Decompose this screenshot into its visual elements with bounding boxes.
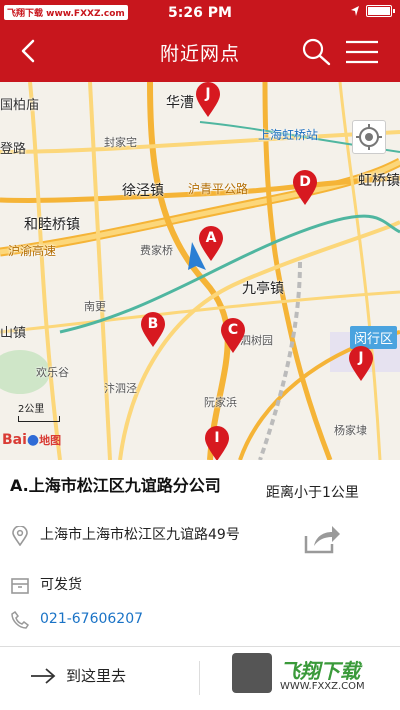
branch-pin-d[interactable]: D [292, 170, 318, 206]
crosshair-icon [356, 124, 382, 150]
map-label: 虹桥镇 [358, 173, 400, 189]
watermark-url: WWW.FXXZ.COM [280, 681, 365, 692]
branch-pin-b[interactable]: B [140, 312, 166, 348]
map-label: 华漕 [166, 95, 194, 111]
branch-pin-g[interactable]: J [195, 82, 221, 118]
branch-pin-c[interactable]: C [220, 318, 246, 354]
branch-pin-j[interactable]: J J [348, 346, 374, 382]
vertical-divider [199, 661, 200, 695]
menu-button[interactable] [344, 38, 380, 66]
branch-info-panel: A.上海市松江区九谊路分公司 距离小于1公里 上海市上海市松江区九谊路49号 可… [0, 460, 400, 710]
map-label: 沪渝高速 [8, 244, 57, 258]
page-title: 附近网点 [159, 43, 240, 65]
branch-name: A.上海市松江区九谊路分公司 [10, 476, 221, 495]
branch-phone-row[interactable]: 021-67606207 [10, 610, 143, 630]
status-time: 5:26 PM [168, 5, 232, 21]
baidu-logo: Bai●地图 [2, 432, 62, 448]
map-label: 沪青平公路 [188, 182, 249, 196]
map-label: 封家宅 [104, 136, 137, 149]
map-label: 登路 [0, 142, 27, 157]
location-pin-icon [12, 526, 28, 546]
branch-address-row: 上海市上海市松江区九谊路49号 [10, 526, 260, 546]
scale-bar [18, 416, 60, 422]
app-header: 飞翔下载 www.FXXZ.com 5:26 PM 附近网点 [0, 0, 400, 82]
phone-icon [11, 610, 30, 629]
status-right [350, 5, 395, 17]
search-button[interactable] [300, 36, 332, 66]
map-label: 国柏庙 [0, 98, 40, 113]
map-label: 杨家埭 [334, 424, 367, 437]
locate-me-button[interactable] [352, 120, 386, 154]
watermark-logo-icon [232, 653, 272, 693]
branch-cargo-row: 可发货 [10, 576, 82, 596]
map-label: 和睦桥镇 [24, 217, 80, 233]
location-arrow-icon [351, 6, 359, 16]
map-label: 欢乐谷 [36, 366, 69, 379]
map-label: 阮家浜 [204, 396, 237, 409]
map-view[interactable]: 国柏庙 华漕 封家宅 上海虹桥站 登路 徐泾镇 沪青平公路 虹桥镇 和睦桥镇 沪… [0, 82, 400, 460]
arrow-right-icon [31, 667, 56, 684]
map-label: 费家桥 [140, 244, 173, 257]
bottom-action-bar: 到这里去 飞翔下载 WWW.FXXZ.COM [0, 647, 400, 710]
map-label: 汴泗泾 [104, 382, 137, 395]
share-button[interactable] [302, 522, 342, 556]
map-label: 徐泾镇 [122, 183, 164, 199]
user-location-marker [188, 242, 206, 270]
navigate-label: 到这里去 [66, 667, 127, 685]
map-label: 九亭镇 [242, 281, 284, 297]
branch-address: 上海市上海市松江区九谊路49号 [40, 527, 240, 543]
branch-pin-i[interactable]: I [204, 426, 230, 460]
scale-label: 2公里 [18, 404, 45, 415]
cargo-status: 可发货 [40, 577, 82, 593]
branch-distance: 距离小于1公里 [266, 485, 359, 501]
branch-phone[interactable]: 021-67606207 [40, 610, 143, 629]
map-label: 南更 [84, 300, 106, 313]
status-bar: 飞翔下载 www.FXXZ.com 5:26 PM [0, 0, 400, 26]
map-scale: 2公里 [18, 400, 60, 422]
nav-bar: 附近网点 [0, 30, 400, 74]
map-label: 山镇 [0, 326, 27, 341]
box-icon [11, 578, 29, 594]
navigate-button[interactable]: 到这里去 [30, 665, 126, 686]
watermark-brand: 飞翔下载 [280, 659, 360, 683]
battery-icon [366, 5, 395, 17]
watermark: 飞翔下载 WWW.FXXZ.COM [232, 653, 392, 701]
map-label: 上海虹桥站 [258, 128, 319, 142]
